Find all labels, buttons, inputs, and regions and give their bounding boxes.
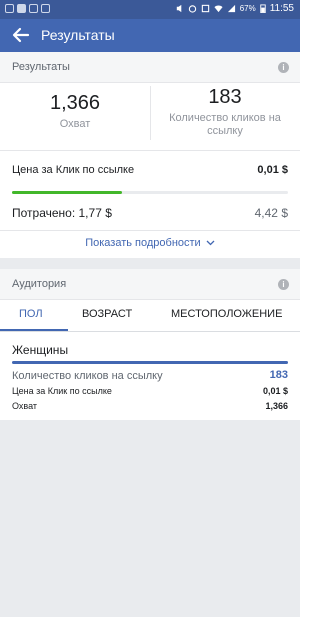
wifi-icon — [214, 5, 223, 13]
budget-progress-bar — [12, 191, 288, 194]
audience-tabs: ПОЛ ВОЗРАСТ МЕСТОПОЛОЖЕНИЕ — [0, 300, 300, 332]
women-cost-per-click-value: 0,01 $ — [262, 386, 288, 396]
chevron-down-icon — [206, 240, 215, 246]
cost-per-click-value: 0,01 $ — [257, 164, 288, 176]
women-title: Женщины — [12, 343, 69, 357]
link-clicks-value: 183 — [208, 86, 242, 108]
signal-icon — [227, 4, 235, 13]
audience-header-label: Аудитория — [12, 278, 67, 290]
alarm-icon — [188, 5, 196, 13]
show-details-label: Показать подробности — [85, 237, 201, 249]
budget-total: 4,42 $ — [254, 206, 288, 220]
app-bar: Результаты — [0, 19, 300, 52]
reach-value: 1,366 — [49, 92, 101, 114]
mute-icon — [176, 4, 181, 13]
nfc-icon — [201, 4, 209, 13]
women-link-clicks-value: 183 — [269, 369, 288, 381]
audience-section-header: Аудитория i — [0, 269, 300, 300]
info-icon[interactable]: i — [278, 62, 289, 73]
notification-icon — [29, 4, 38, 13]
divider — [0, 230, 300, 231]
divider — [0, 150, 300, 151]
tab-age[interactable]: ВОЗРАСТ — [82, 308, 132, 320]
notification-icon — [5, 4, 14, 13]
reach-label: Охват — [59, 118, 91, 130]
empty-area — [0, 420, 300, 617]
page-title: Результаты — [41, 27, 115, 43]
active-tab-indicator — [0, 329, 68, 331]
status-time: 11:55 — [269, 3, 294, 14]
tab-gender[interactable]: ПОЛ — [19, 308, 43, 320]
stats-divider — [150, 86, 151, 140]
women-reach-value: 1,366 — [265, 401, 288, 411]
link-clicks-stat: 183 Количество кликов на ссылку — [155, 86, 295, 138]
section-gap — [0, 258, 300, 269]
battery-percent: 67% — [239, 4, 256, 13]
spent-label: Потрачено: 1,77 $ — [12, 206, 112, 220]
arrow-left-icon[interactable] — [10, 24, 32, 46]
cost-per-click-label: Цена за Клик по ссылке — [12, 164, 135, 176]
tab-location[interactable]: МЕСТОПОЛОЖЕНИЕ — [171, 308, 282, 320]
show-details-link[interactable]: Показать подробности — [0, 237, 300, 249]
women-link-clicks-label: Количество кликов на ссылку — [12, 370, 163, 382]
notification-icon — [41, 4, 50, 13]
notification-icon — [17, 4, 26, 13]
results-section-header: Результаты i — [0, 52, 300, 83]
status-bar: 67% 11:55 — [0, 0, 300, 19]
women-reach-label: Охват — [12, 401, 38, 411]
women-cost-per-click-label: Цена за Клик по ссылке — [12, 386, 112, 396]
reach-stat: 1,366 Охват — [0, 92, 150, 131]
link-clicks-label: Количество кликов на ссылку — [169, 112, 281, 137]
women-bar — [12, 361, 288, 364]
battery-icon — [260, 4, 266, 13]
budget-progress-fill — [12, 191, 123, 194]
info-icon[interactable]: i — [278, 279, 289, 290]
results-header-label: Результаты — [12, 61, 70, 73]
